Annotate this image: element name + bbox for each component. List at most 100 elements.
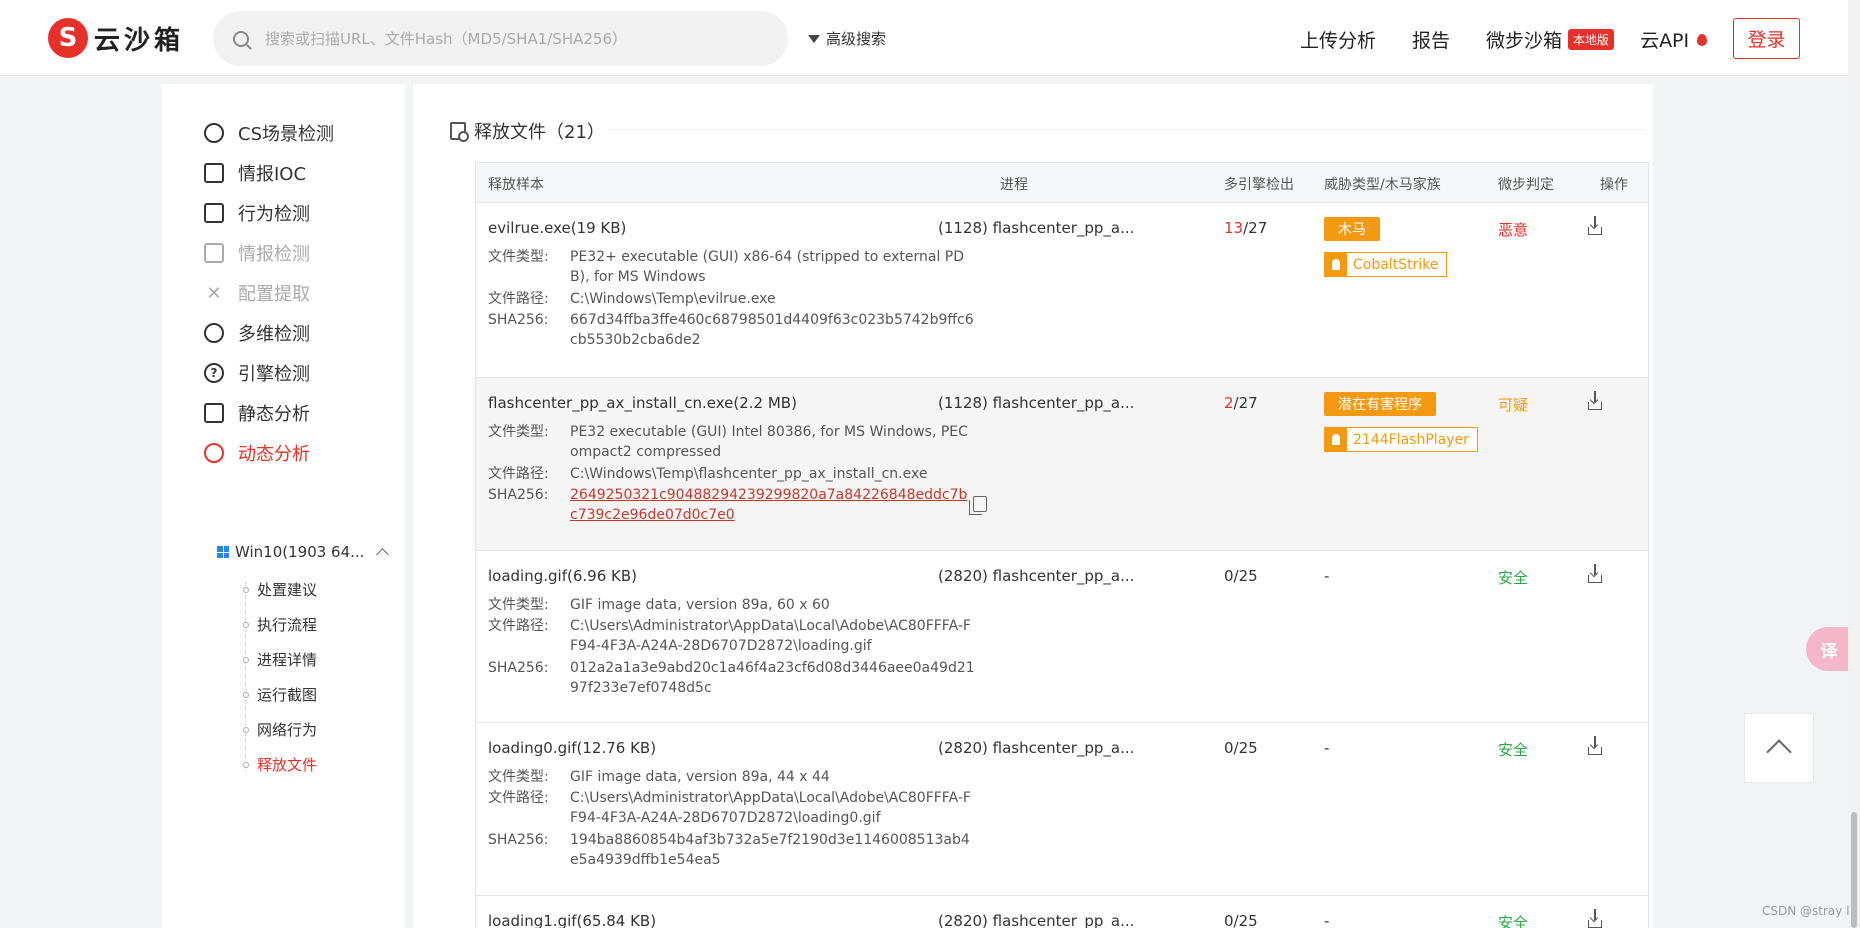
detect-total: /25 — [1233, 912, 1258, 928]
list-icon — [204, 403, 224, 423]
cloud-search-icon — [204, 323, 224, 343]
page-scrollbar[interactable] — [1848, 0, 1860, 928]
family-tag[interactable]: 2144FlashPlayer — [1324, 427, 1478, 452]
file-path: 文件路径: C:\Windows\Temp\flashcenter_pp_ax_i… — [488, 464, 975, 484]
file-sha256: SHA256: 667d34ffba3ffe460c68798501d4409f6… — [488, 310, 975, 350]
table-row: flashcenter_pp_ax_install_cn.exe(2.2 MB)… — [476, 378, 1648, 551]
sidebar-item-label: 引擎检测 — [238, 364, 310, 385]
subitem-network[interactable]: 网络行为 — [242, 719, 317, 740]
subitem-released-files[interactable]: 释放文件 — [242, 754, 317, 775]
file-path: 文件路径: C:\Users\Administrator\AppData\Loca… — [488, 788, 975, 828]
sidebar-item-static[interactable]: 静态分析 — [204, 400, 310, 426]
detect-count: 13/27 — [1224, 219, 1267, 237]
detect-count: 0/25 — [1224, 567, 1258, 585]
detect-count: 0/25 — [1224, 739, 1258, 757]
table-row: loading1.gif(65.84 KB) (2820) flashcente… — [476, 896, 1648, 928]
file-name: loading.gif(6.96 KB) — [488, 567, 637, 585]
sidebar-item-label: 多维检测 — [238, 324, 310, 345]
subitem-screenshot[interactable]: 运行截图 — [242, 684, 317, 705]
sidebar-item-label: 静态分析 — [238, 404, 310, 425]
type-value: GIF image data, version 89a, 44 x 44 — [570, 769, 830, 785]
sidebar-item-label: 行为检测 — [238, 204, 310, 225]
family-label: CobaltStrike — [1353, 256, 1439, 273]
th-sample: 释放样本 — [488, 177, 544, 193]
advanced-search-label: 高级搜索 — [826, 30, 887, 48]
question-icon: ? — [204, 363, 224, 383]
type-label: 文件类型: — [488, 424, 549, 440]
detect-total: /25 — [1233, 739, 1258, 757]
table-header: 释放样本 进程 多引擎检出 威胁类型/木马家族 微步判定 操作 — [476, 163, 1648, 203]
search-box[interactable] — [213, 11, 788, 66]
download-icon[interactable] — [1588, 564, 1602, 583]
sidebar-item-engine[interactable]: ? 引擎检测 — [204, 360, 310, 386]
logo[interactable]: S 云沙箱 — [48, 18, 184, 58]
filter-icon — [808, 34, 820, 43]
download-icon[interactable] — [1588, 216, 1602, 235]
translate-button[interactable]: 译 — [1806, 627, 1852, 671]
chevron-up-icon[interactable] — [376, 548, 390, 561]
horse-icon — [1325, 253, 1347, 276]
nav-upload[interactable]: 上传分析 — [1300, 26, 1376, 53]
detect-hits: 0 — [1224, 567, 1234, 585]
process-name[interactable]: (2820) flashcenter_pp_a... — [938, 739, 1134, 757]
sidebar-item-multi[interactable]: 多维检测 — [204, 320, 310, 346]
sidebar-item-ioc[interactable]: 情报IOC — [204, 160, 306, 186]
subtree-line — [245, 582, 247, 772]
detect-hits: 0 — [1224, 739, 1234, 757]
scrollbar-thumb[interactable] — [1851, 812, 1857, 928]
nav-report[interactable]: 报告 — [1412, 26, 1450, 53]
chart-icon — [204, 203, 224, 223]
detect-total: /27 — [1243, 219, 1268, 237]
path-value: C:\Users\Administrator\AppData\Local\Ado… — [570, 618, 971, 654]
threat-none: - — [1324, 739, 1330, 757]
subitem-advice[interactable]: 处置建议 — [242, 579, 317, 600]
process-name[interactable]: (2820) flashcenter_pp_a... — [938, 912, 1134, 928]
download-icon[interactable] — [1588, 391, 1602, 410]
sidebar-item-dynamic[interactable]: 动态分析 — [204, 440, 310, 466]
env-selector[interactable]: Win10(1903 64... — [217, 543, 390, 561]
sha-label: SHA256: — [488, 832, 549, 848]
login-button[interactable]: 登录 — [1733, 18, 1800, 59]
edit-box-icon — [204, 163, 224, 183]
subitem-flow[interactable]: 执行流程 — [242, 614, 317, 635]
file-sha256: SHA256: 194ba8860854b4af3b732a5e7f2190d3e… — [488, 830, 975, 870]
search-icon — [233, 30, 249, 47]
file-search-icon — [450, 122, 469, 142]
sidebar-item-intel[interactable]: 情报检测 — [204, 240, 310, 266]
tools-icon: ✕ — [206, 282, 222, 304]
th-threat: 威胁类型/木马家族 — [1324, 177, 1441, 193]
sidebar-item-cs-detection[interactable]: CS场景检测 — [204, 120, 334, 146]
detect-count: 0/25 — [1224, 912, 1258, 928]
path-value: C:\Windows\Temp\flashcenter_pp_ax_instal… — [570, 466, 928, 482]
process-name[interactable]: (1128) flashcenter_pp_a... — [938, 394, 1134, 412]
search-input[interactable] — [265, 29, 745, 48]
th-detect: 多引擎检出 — [1224, 177, 1294, 193]
sidebar-item-label: CS场景检测 — [238, 124, 334, 145]
path-value: C:\Users\Administrator\AppData\Local\Ado… — [570, 790, 971, 826]
file-type: 文件类型: GIF image data, version 89a, 44 x 4… — [488, 767, 975, 787]
family-tag[interactable]: CobaltStrike — [1324, 252, 1448, 277]
horse-icon — [1325, 428, 1347, 451]
nav-sandbox[interactable]: 微步沙箱 — [1486, 26, 1562, 53]
subitem-process[interactable]: 进程详情 — [242, 649, 317, 670]
family-label: 2144FlashPlayer — [1353, 431, 1469, 448]
back-to-top-button[interactable] — [1744, 713, 1814, 783]
process-name[interactable]: (1128) flashcenter_pp_a... — [938, 219, 1134, 237]
file-path: 文件路径: C:\Users\Administrator\AppData\Loca… — [488, 616, 975, 656]
sha-link[interactable]: 2649250321c90488294239299820a7a84226848e… — [570, 485, 975, 525]
process-name[interactable]: (2820) flashcenter_pp_a... — [938, 567, 1134, 585]
advanced-search-button[interactable]: 高级搜索 — [808, 28, 886, 49]
sidebar-item-config[interactable]: ✕ 配置提取 — [204, 280, 310, 306]
verdict: 安全 — [1498, 914, 1529, 928]
copy-icon[interactable] — [969, 496, 987, 515]
sidebar-item-behavior[interactable]: 行为检测 — [204, 200, 310, 226]
nav-cloud-api[interactable]: 云API — [1640, 26, 1689, 53]
verdict: 恶意 — [1498, 221, 1529, 239]
th-process: 进程 — [1000, 177, 1028, 193]
download-icon[interactable] — [1588, 736, 1602, 755]
download-icon[interactable] — [1588, 909, 1602, 928]
path-label: 文件路径: — [488, 466, 549, 482]
th-verdict: 微步判定 — [1498, 177, 1554, 193]
threat-none: - — [1324, 567, 1330, 585]
file-type: 文件类型: PE32 executable (GUI) Intel 80386, … — [488, 422, 975, 462]
